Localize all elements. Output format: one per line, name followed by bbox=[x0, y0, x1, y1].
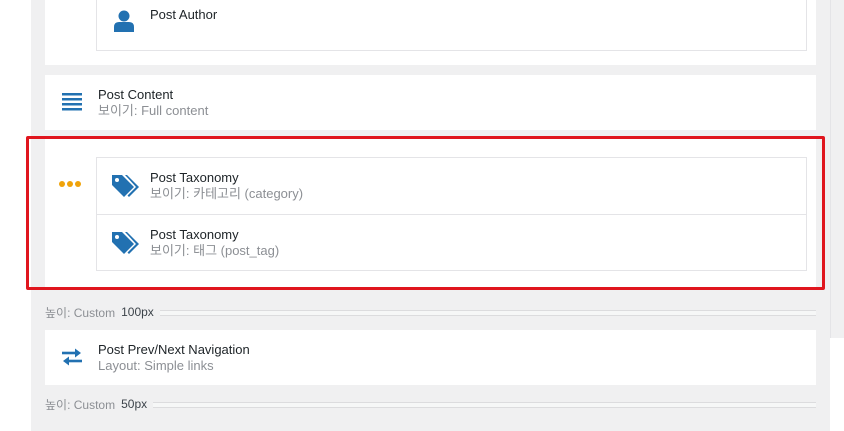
taxonomy-title: Post Taxonomy bbox=[150, 227, 239, 242]
taxonomy-title: Post Taxonomy bbox=[150, 170, 239, 185]
spacer bbox=[45, 65, 816, 75]
height-value: 50px bbox=[121, 397, 148, 411]
scrollbar[interactable] bbox=[830, 0, 844, 338]
arrows-horizontal-icon bbox=[60, 347, 84, 372]
height-spacer-row[interactable]: 높이: Custom 100px bbox=[45, 302, 816, 322]
tags-icon bbox=[109, 174, 139, 203]
spacer-line bbox=[159, 309, 816, 316]
user-icon bbox=[114, 10, 134, 37]
post-content-item[interactable]: Post Content 보이기: Full content bbox=[45, 75, 816, 130]
align-justify-icon bbox=[62, 93, 82, 116]
post-content-title: Post Content bbox=[98, 87, 174, 102]
taxonomy-item-tag[interactable]: Post Taxonomy 보이기: 태그 (post_tag) bbox=[97, 214, 806, 270]
post-author-title: Post Author bbox=[150, 7, 218, 22]
post-author-item[interactable]: Post Author bbox=[96, 0, 807, 51]
taxonomy-subtitle: 보이기: 카테고리 (category) bbox=[150, 186, 304, 201]
height-label: 높이: Custom bbox=[45, 397, 116, 412]
taxonomy-item-category[interactable]: Post Taxonomy 보이기: 카테고리 (category) bbox=[97, 158, 806, 214]
post-navigation-title: Post Prev/Next Navigation bbox=[98, 342, 250, 357]
post-navigation-item[interactable]: Post Prev/Next Navigation Layout: Simple… bbox=[45, 330, 816, 385]
spacer-line bbox=[153, 401, 816, 408]
post-content-subtitle: 보이기: Full content bbox=[98, 103, 209, 118]
height-label: 높이: Custom bbox=[45, 305, 116, 320]
post-navigation-subtitle: Layout: Simple links bbox=[98, 358, 214, 373]
taxonomy-list: Post Taxonomy 보이기: 카테고리 (category) Post … bbox=[96, 157, 807, 271]
height-spacer-row[interactable]: 높이: Custom 50px bbox=[45, 394, 816, 414]
tags-icon bbox=[109, 231, 139, 260]
taxonomy-subtitle: 보이기: 태그 (post_tag) bbox=[150, 243, 280, 258]
height-value: 100px bbox=[121, 305, 154, 319]
ellipsis-icon[interactable] bbox=[59, 181, 81, 187]
author-block: Post Author bbox=[45, 0, 816, 65]
taxonomy-group: Post Taxonomy 보이기: 카테고리 (category) Post … bbox=[45, 137, 816, 289]
